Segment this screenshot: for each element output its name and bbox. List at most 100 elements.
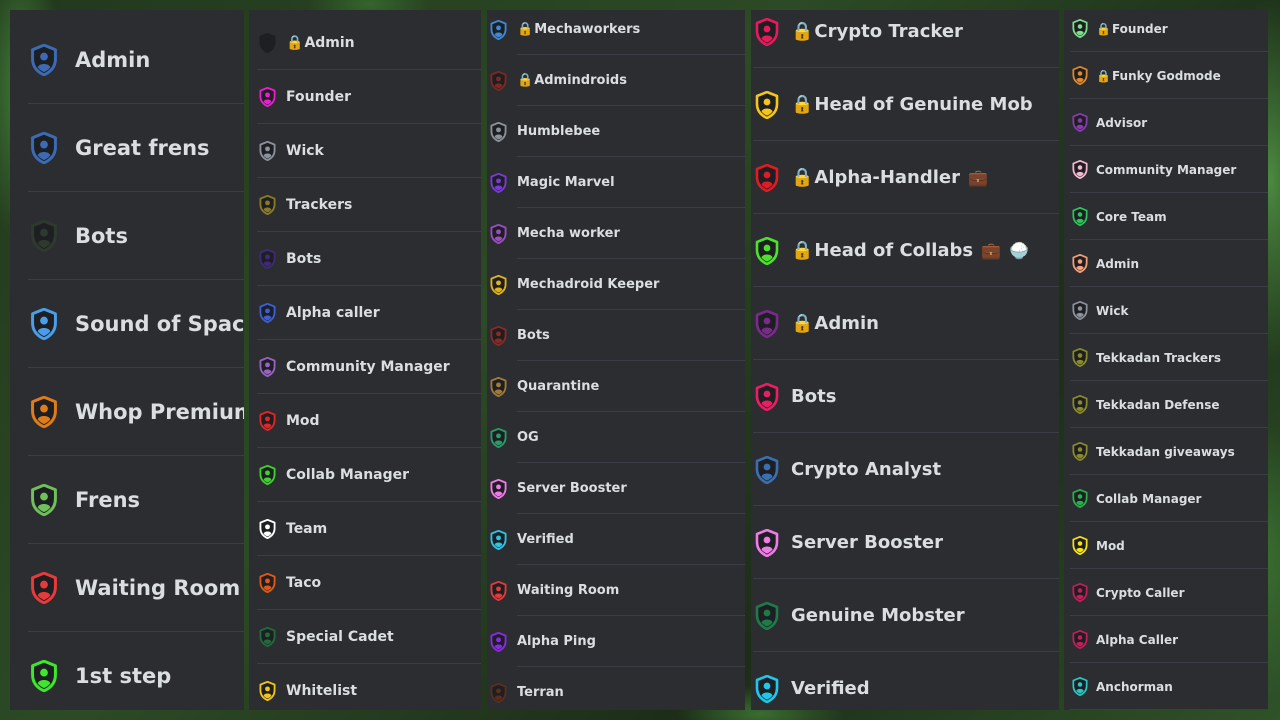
role-list-column-1: Admin Great frens Bots Sound of Space Whop P…	[10, 10, 244, 710]
role-row[interactable]: Server Booster	[487, 463, 745, 514]
role-row[interactable]: Great frens	[10, 104, 244, 192]
role-row[interactable]: Bots	[249, 232, 481, 286]
role-row[interactable]: Wick	[1064, 287, 1268, 334]
role-row[interactable]: 🔒Admin	[249, 16, 481, 70]
role-row[interactable]: Trackers	[249, 178, 481, 232]
role-row[interactable]: 🔒Admindroids	[487, 55, 745, 106]
role-row[interactable]: Community Manager	[1064, 146, 1268, 193]
role-shield-icon	[490, 580, 517, 601]
role-row[interactable]: Tekkadan Defense	[1064, 381, 1268, 428]
role-row[interactable]: Taco	[249, 556, 481, 610]
role-name: Special Cadet	[286, 629, 394, 645]
role-row[interactable]: Alpha Caller	[1064, 616, 1268, 663]
role-row[interactable]: Admin	[10, 16, 244, 104]
role-list-column-5: 🔒Founder 🔒Funky Godmode Advisor Community M…	[1064, 10, 1268, 710]
role-row[interactable]: Whop Premium	[10, 368, 244, 456]
role-row[interactable]: Mecha worker	[487, 208, 745, 259]
role-name: Alpha caller	[286, 305, 380, 321]
role-name: 🔒Funky Godmode	[1096, 69, 1221, 83]
role-row[interactable]: Community Manager	[249, 340, 481, 394]
role-shield-icon	[259, 411, 286, 431]
role-shield-icon	[490, 121, 517, 142]
role-row[interactable]: Mod	[249, 394, 481, 448]
role-name: Admin	[75, 48, 150, 72]
role-name: Server Booster	[517, 481, 627, 496]
role-label: 1st step	[75, 664, 172, 688]
role-row[interactable]: Tekkadan Trackers	[1064, 334, 1268, 381]
role-row[interactable]: 🔒Admin	[751, 287, 1059, 360]
role-row[interactable]: Special Cadet	[249, 610, 481, 664]
role-label: Admindroids	[534, 73, 627, 88]
role-row[interactable]: Collab Manager	[1064, 475, 1268, 522]
role-row[interactable]: Waiting Room	[10, 544, 244, 632]
role-row[interactable]: Bots	[751, 360, 1059, 433]
role-row[interactable]: Tekkadan giveaways	[1064, 428, 1268, 475]
role-row[interactable]: Team	[249, 502, 481, 556]
role-row[interactable]: Alpha caller	[249, 286, 481, 340]
role-label: Mecha worker	[517, 226, 620, 241]
role-label: Anchorman	[1096, 679, 1173, 694]
role-row[interactable]: OG	[487, 412, 745, 463]
role-row[interactable]: Core Team	[1064, 193, 1268, 240]
role-emoji-icon: 🍚	[1009, 241, 1029, 260]
role-row[interactable]: 1st step	[10, 632, 244, 710]
role-row[interactable]: Bots	[487, 310, 745, 361]
role-shield-icon	[490, 376, 517, 397]
role-row[interactable]: Waiting Room	[487, 565, 745, 616]
role-row[interactable]: Sound of Space	[10, 280, 244, 368]
role-row[interactable]: Server Booster	[751, 506, 1059, 579]
role-label: Trackers	[286, 197, 353, 213]
role-shield-icon	[490, 19, 517, 40]
role-name: Sound of Space	[75, 312, 244, 336]
role-label: Crypto Tracker	[814, 21, 963, 42]
role-shield-icon	[30, 44, 75, 76]
role-row[interactable]: Anchorman	[1064, 663, 1268, 710]
role-row[interactable]: Verified	[751, 652, 1059, 710]
role-row[interactable]: Whitelist	[249, 664, 481, 710]
role-shield-icon	[1072, 489, 1096, 508]
role-name: Collab Manager	[286, 467, 409, 483]
role-label: Taco	[286, 575, 322, 591]
role-label: Admin	[814, 313, 879, 334]
role-label: Mechaworkers	[534, 22, 641, 37]
role-row[interactable]: Crypto Analyst	[751, 433, 1059, 506]
role-row[interactable]: Frens	[10, 456, 244, 544]
role-row[interactable]: 🔒Founder	[1064, 10, 1268, 52]
role-row[interactable]: Crypto Caller	[1064, 569, 1268, 616]
role-name: Whop Premium	[75, 400, 244, 424]
role-row[interactable]: Terran	[487, 667, 745, 710]
lock-icon: 🔒	[791, 240, 814, 261]
role-label: Tekkadan giveaways	[1096, 444, 1235, 459]
role-row[interactable]: 🔒Crypto Tracker	[751, 10, 1059, 68]
role-row[interactable]: 🔒Head of Collabs 💼 🍚	[751, 214, 1059, 287]
role-name: Mod	[286, 413, 320, 429]
role-shield-icon	[259, 357, 286, 377]
role-shield-icon	[259, 573, 286, 593]
role-shield-icon	[490, 223, 517, 244]
role-label: Waiting Room	[517, 583, 620, 598]
lock-icon: 🔒	[791, 313, 814, 334]
role-row[interactable]: 🔒Funky Godmode	[1064, 52, 1268, 99]
role-row[interactable]: Magic Marvel	[487, 157, 745, 208]
role-row[interactable]: Mod	[1064, 522, 1268, 569]
role-row[interactable]: Humblebee	[487, 106, 745, 157]
role-row[interactable]: Admin	[1064, 240, 1268, 287]
role-row[interactable]: 🔒Head of Genuine Mob	[751, 68, 1059, 141]
role-name: Mecha worker	[517, 226, 620, 241]
role-row[interactable]: Collab Manager	[249, 448, 481, 502]
role-shield-icon	[755, 674, 791, 703]
role-row[interactable]: Bots	[10, 192, 244, 280]
role-shield-icon	[259, 627, 286, 647]
role-row[interactable]: 🔒Alpha-Handler 💼	[751, 141, 1059, 214]
role-row[interactable]: Verified	[487, 514, 745, 565]
role-row[interactable]: Quarantine	[487, 361, 745, 412]
role-row[interactable]: 🔒Mechaworkers	[487, 10, 745, 55]
role-label: Wick	[1096, 303, 1129, 318]
role-row[interactable]: Alpha Ping	[487, 616, 745, 667]
role-row[interactable]: Genuine Mobster	[751, 579, 1059, 652]
role-row[interactable]: Wick	[249, 124, 481, 178]
role-label: Terran	[517, 685, 564, 700]
role-row[interactable]: Founder	[249, 70, 481, 124]
role-row[interactable]: Advisor	[1064, 99, 1268, 146]
role-row[interactable]: Mechadroid Keeper	[487, 259, 745, 310]
